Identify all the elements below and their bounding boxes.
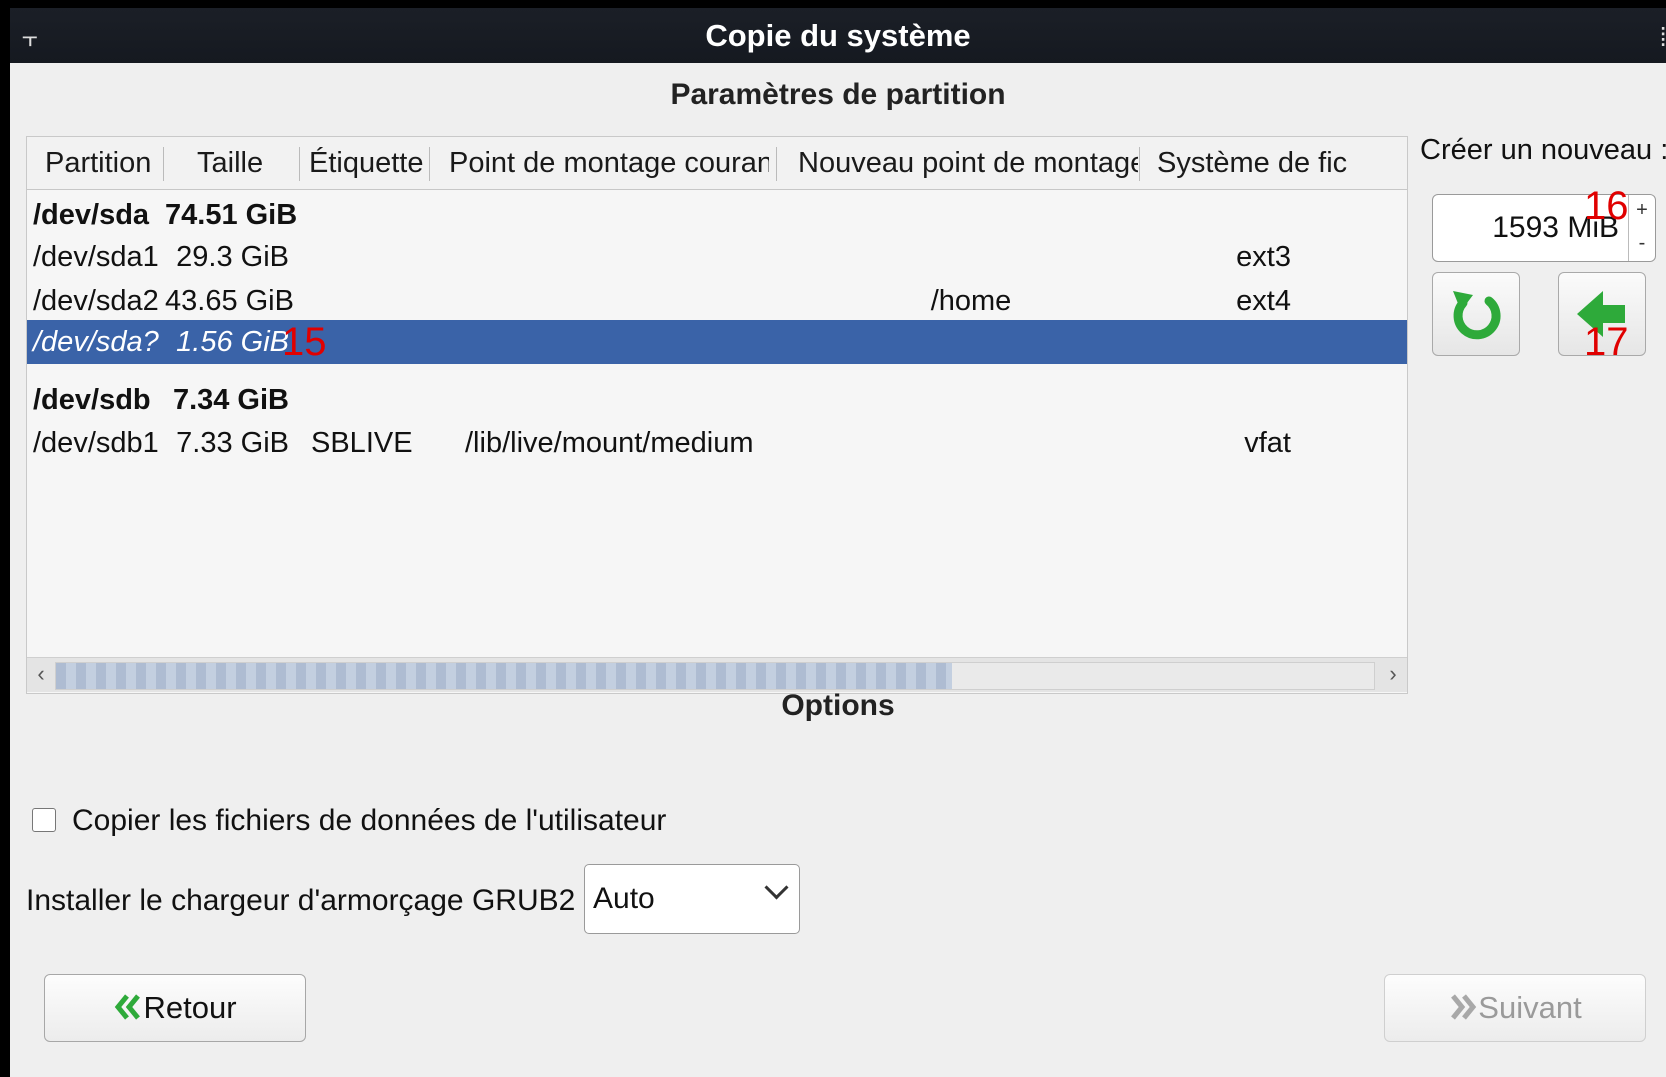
create-new-label: Créer un nouveau :	[1420, 134, 1666, 166]
back-button[interactable]: Retour	[44, 974, 306, 1042]
installer-window: ⫟ Copie du système ⁞⁞ Paramètres de part…	[10, 8, 1666, 1077]
scroll-left-arrow[interactable]: ‹	[29, 660, 53, 688]
reset-button[interactable]	[1432, 272, 1520, 356]
table-row[interactable]: /dev/sda 74.51 GiB	[27, 193, 1407, 237]
cell-partition: /dev/sda?	[33, 326, 159, 358]
table-row[interactable]: /dev/sda2 43.65 GiB /home ext4	[27, 279, 1407, 323]
table-row[interactable]: /dev/sdb 7.34 GiB	[27, 378, 1407, 422]
scroll-thumb[interactable]	[56, 663, 953, 689]
col-current-mount[interactable]: Point de montage courant	[449, 137, 769, 189]
col-label[interactable]: Étiquette	[309, 137, 429, 189]
horizontal-scrollbar[interactable]: ‹ ›	[27, 657, 1407, 692]
cell-filesystem: ext3	[1236, 241, 1291, 273]
cell-label: SBLIVE	[311, 427, 413, 459]
cell-size: 7.33 GiB	[176, 427, 289, 459]
column-separator[interactable]	[163, 147, 164, 181]
scroll-right-arrow[interactable]: ›	[1381, 660, 1405, 688]
cell-size: 74.51 GiB	[165, 199, 298, 231]
grub-label: Installer le chargeur d'armorçage GRUB2 …	[26, 884, 592, 917]
grub-select-value: Auto	[593, 882, 655, 915]
col-new-mount[interactable]: Nouveau point de montage	[798, 137, 1138, 189]
cell-size: 43.65 GiB	[165, 285, 294, 317]
back-button-label: Retour	[143, 990, 237, 1025]
copy-user-data-label[interactable]: Copier les fichiers de données de l'util…	[72, 804, 666, 838]
cell-partition: /dev/sda1	[33, 241, 159, 273]
next-button-label: Suivant	[1478, 990, 1582, 1025]
annotation-17: 17	[1584, 320, 1629, 364]
column-separator[interactable]	[1139, 147, 1140, 181]
spin-up-button[interactable]: +	[1629, 195, 1655, 228]
cell-filesystem: vfat	[1244, 427, 1291, 459]
cell-size: 29.3 GiB	[176, 241, 289, 273]
cell-partition: /dev/sdb1	[33, 427, 159, 459]
scroll-track[interactable]	[55, 662, 1375, 690]
annotation-16: 16	[1584, 184, 1629, 228]
next-button[interactable]: Suivant	[1384, 974, 1646, 1042]
column-separator[interactable]	[429, 147, 430, 181]
title-bar: ⫟ Copie du système ⁞⁞	[10, 8, 1666, 63]
options-section-title: Options	[781, 689, 895, 722]
cell-partition: /dev/sda2	[33, 285, 159, 317]
cell-new-mount[interactable]: /home	[801, 279, 1141, 323]
table-row-selected[interactable]: /dev/sda? 1.56 GiB	[27, 320, 1407, 364]
col-partition[interactable]: Partition	[45, 137, 155, 189]
column-separator[interactable]	[776, 147, 777, 181]
double-chevron-right-icon	[1451, 994, 1477, 1020]
column-separator[interactable]	[299, 147, 300, 181]
cell-filesystem: ext4	[1236, 285, 1291, 317]
annotation-15: 15	[282, 320, 327, 364]
col-filesystem[interactable]: Système de fic	[1157, 137, 1407, 189]
cell-partition: /dev/sdb	[33, 384, 151, 416]
spin-buttons: + -	[1628, 195, 1655, 261]
table-header: Partition Taille Étiquette Point de mont…	[27, 137, 1407, 190]
cell-current-mount: /lib/live/mount/medium	[465, 427, 754, 459]
chevron-down-icon	[764, 875, 789, 900]
double-chevron-left-icon	[115, 994, 141, 1020]
grip-icon[interactable]: ⁞⁞	[1660, 22, 1666, 53]
copy-user-data-checkbox[interactable]	[32, 808, 56, 832]
partition-section-title: Paramètres de partition	[670, 78, 1006, 111]
col-size[interactable]: Taille	[197, 137, 297, 189]
table-row[interactable]: /dev/sdb1 7.33 GiB SBLIVE /lib/live/moun…	[27, 421, 1407, 465]
table-row[interactable]: /dev/sda1 29.3 GiB ext3	[27, 235, 1407, 279]
cell-size: 7.34 GiB	[172, 384, 289, 416]
cell-partition: /dev/sda	[33, 199, 150, 231]
grub-select[interactable]: Auto	[584, 864, 800, 934]
reset-icon	[1453, 291, 1501, 340]
partition-table[interactable]: Partition Taille Étiquette Point de mont…	[26, 136, 1408, 694]
window-title: Copie du système	[705, 18, 971, 53]
spin-down-button[interactable]: -	[1629, 228, 1655, 261]
cell-size: 1.56 GiB	[176, 326, 289, 358]
